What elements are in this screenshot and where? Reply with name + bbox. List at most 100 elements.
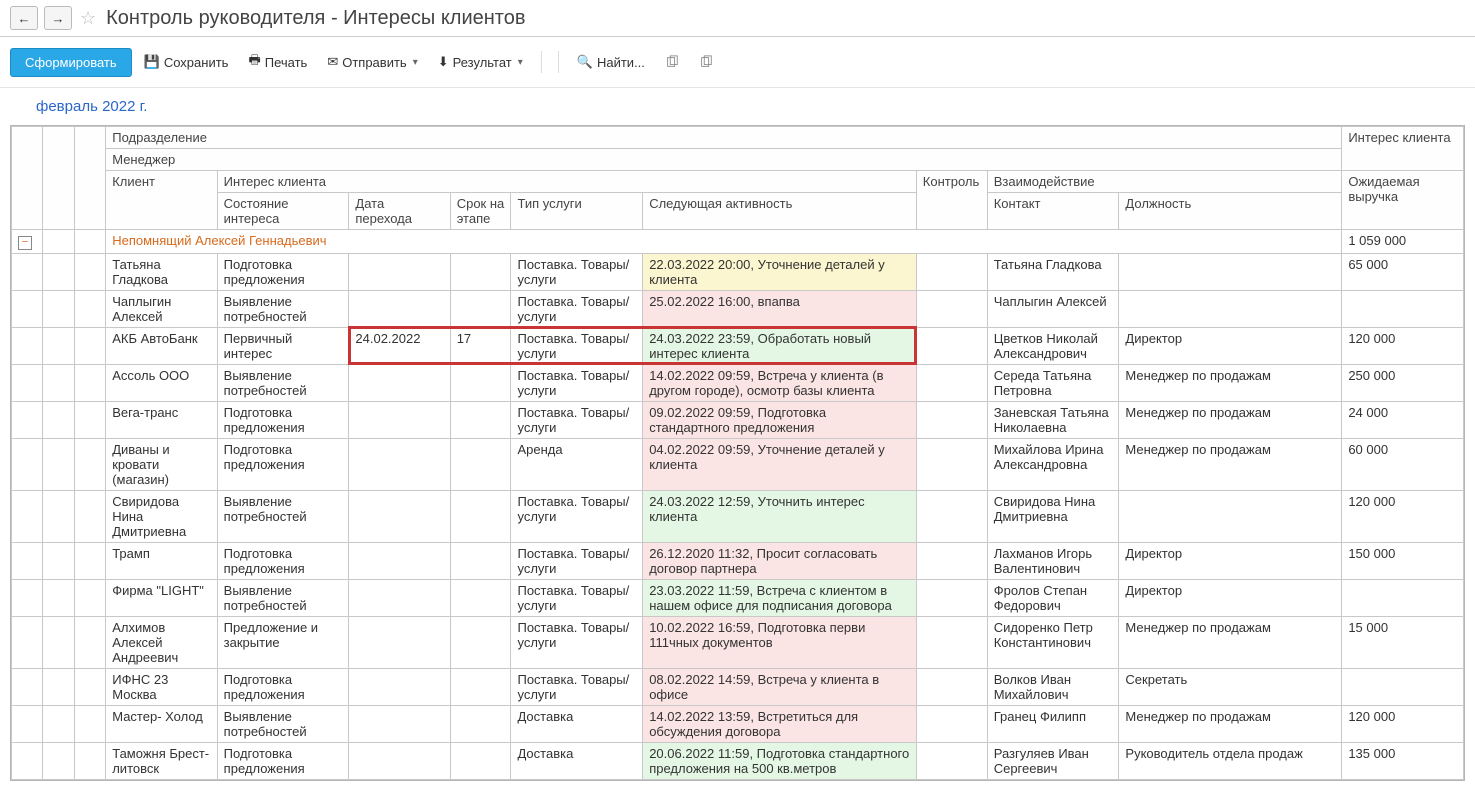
cell-state: Подготовка предложения: [217, 253, 349, 290]
cell-service-type: Поставка. Товары/услуги: [511, 401, 643, 438]
cell-service-type: Поставка. Товары/услуги: [511, 364, 643, 401]
cell-state: Выявление потребностей: [217, 705, 349, 742]
cell-position: Менеджер по продажам: [1119, 364, 1342, 401]
generate-button[interactable]: Сформировать: [10, 48, 132, 77]
cell-client: Свиридова Нина Дмитриевна: [106, 490, 217, 542]
cell-client: Диваны и кровати (магазин): [106, 438, 217, 490]
table-row[interactable]: Мастер- ХолодВыявление потребностейДоста…: [12, 705, 1464, 742]
save-label: Сохранить: [164, 55, 229, 70]
cell-contact: Свиридова Нина Дмитриевна: [987, 490, 1119, 542]
table-row[interactable]: Фирма "LIGHT"Выявление потребностейПоста…: [12, 579, 1464, 616]
cell-state: Выявление потребностей: [217, 490, 349, 542]
nav-forward-button[interactable]: →: [44, 6, 72, 30]
cell-contact: Гранец Филипп: [987, 705, 1119, 742]
cell-revenue: [1342, 668, 1464, 705]
cell-state: Подготовка предложения: [217, 668, 349, 705]
header-interaction-group: Взаимодействие: [987, 171, 1342, 193]
cell-client: Татьяна Гладкова: [106, 253, 217, 290]
table-row[interactable]: Чаплыгин АлексейВыявление потребностейПо…: [12, 290, 1464, 327]
header-expected-revenue: Ожидаемая выручка: [1342, 171, 1464, 230]
cell-contact: Фролов Степан Федорович: [987, 579, 1119, 616]
cell-service-type: Доставка: [511, 705, 643, 742]
cell-term: [450, 616, 511, 668]
table-row[interactable]: Вега-трансПодготовка предложенияПоставка…: [12, 401, 1464, 438]
cell-control: [916, 438, 987, 490]
cell-date: 24.02.2022: [349, 327, 450, 364]
save-button[interactable]: 💾 Сохранить: [136, 48, 237, 76]
table-row[interactable]: Алхимов Алексей АндреевичПредложение и з…: [12, 616, 1464, 668]
table-row[interactable]: Татьяна ГладковаПодготовка предложенияПо…: [12, 253, 1464, 290]
table-row[interactable]: Ассоль ОООВыявление потребностейПоставка…: [12, 364, 1464, 401]
cell-activity: 04.02.2022 09:59, Уточнение деталей у кл…: [643, 438, 917, 490]
cell-date: [349, 401, 450, 438]
cell-date: [349, 705, 450, 742]
cell-state: Подготовка предложения: [217, 542, 349, 579]
cell-revenue: [1342, 290, 1464, 327]
cell-state: Предложение и закрытие: [217, 616, 349, 668]
result-button[interactable]: ⬇ Результат: [430, 48, 531, 76]
table-row[interactable]: Диваны и кровати (магазин)Подготовка пре…: [12, 438, 1464, 490]
cell-position: Менеджер по продажам: [1119, 401, 1342, 438]
print-label: Печать: [265, 55, 308, 70]
cell-position: Менеджер по продажам: [1119, 438, 1342, 490]
cell-revenue: 250 000: [1342, 364, 1464, 401]
cell-activity: 10.02.2022 16:59, Подготовка перви 111чн…: [643, 616, 917, 668]
cell-term: 17: [450, 327, 511, 364]
cell-control: [916, 364, 987, 401]
table-row[interactable]: Свиридова Нина ДмитриевнаВыявление потре…: [12, 490, 1464, 542]
send-label: Отправить: [342, 55, 406, 70]
cell-state: Подготовка предложения: [217, 438, 349, 490]
cell-service-type: Поставка. Товары/услуги: [511, 668, 643, 705]
page-title: Контроль руководителя - Интересы клиенто…: [106, 7, 525, 30]
copy-button-1[interactable]: [657, 49, 687, 75]
table-row[interactable]: ИФНС 23 МоскваПодготовка предложенияПост…: [12, 668, 1464, 705]
table-row[interactable]: АКБ АвтоБанкПервичный интерес24.02.20221…: [12, 327, 1464, 364]
cell-control: [916, 542, 987, 579]
cell-client: Чаплыгин Алексей: [106, 290, 217, 327]
header-manager: Менеджер: [106, 149, 1342, 171]
arrow-left-icon: ←: [18, 11, 31, 26]
cell-position: [1119, 490, 1342, 542]
save-icon: 💾: [144, 54, 160, 70]
manager-group-row[interactable]: − Непомнящий Алексей Геннадьевич 1 059 0…: [12, 230, 1464, 254]
send-button[interactable]: ✉ Отправить: [319, 48, 425, 76]
table-row[interactable]: Таможня Брест-литовскПодготовка предложе…: [12, 742, 1464, 779]
cell-term: [450, 742, 511, 779]
favorite-star-icon[interactable]: ☆: [80, 8, 96, 29]
mail-icon: ✉: [327, 54, 338, 70]
report-table: Подразделение Интерес клиента Менеджер К…: [11, 126, 1464, 780]
nav-back-button[interactable]: ←: [10, 6, 38, 30]
cell-revenue: 120 000: [1342, 327, 1464, 364]
print-button[interactable]: 🖶 Печать: [240, 45, 315, 79]
download-icon: ⬇: [438, 54, 449, 70]
header-interest-client: Интерес клиента: [1342, 127, 1464, 171]
cell-activity: 23.03.2022 11:59, Встреча с клиентом в н…: [643, 579, 917, 616]
header-date: Дата перехода: [349, 193, 450, 230]
cell-contact: Лахманов Игорь Валентинович: [987, 542, 1119, 579]
cell-service-type: Доставка: [511, 742, 643, 779]
cell-client: Алхимов Алексей Андреевич: [106, 616, 217, 668]
period-label[interactable]: февраль 2022 г.: [0, 88, 1475, 125]
collapse-toggle[interactable]: −: [18, 236, 32, 250]
cell-control: [916, 490, 987, 542]
cell-date: [349, 616, 450, 668]
cell-revenue: 60 000: [1342, 438, 1464, 490]
cell-date: [349, 579, 450, 616]
cell-service-type: Поставка. Товары/услуги: [511, 616, 643, 668]
copy-button-2[interactable]: [691, 49, 721, 75]
cell-control: [916, 742, 987, 779]
cell-contact: Татьяна Гладкова: [987, 253, 1119, 290]
header-department: Подразделение: [106, 127, 1342, 149]
header-service-type: Тип услуги: [511, 193, 643, 230]
separator: [541, 51, 542, 73]
header-next-activity: Следующая активность: [643, 193, 917, 230]
find-button[interactable]: 🔍 Найти...: [569, 48, 653, 76]
cell-activity: 22.03.2022 20:00, Уточнение деталей у кл…: [643, 253, 917, 290]
cell-state: Выявление потребностей: [217, 364, 349, 401]
cell-position: Директор: [1119, 542, 1342, 579]
cell-term: [450, 290, 511, 327]
cell-activity: 14.02.2022 09:59, Встреча у клиента (в д…: [643, 364, 917, 401]
manager-total-revenue: 1 059 000: [1342, 230, 1464, 254]
header-client: Клиент: [106, 171, 217, 230]
table-row[interactable]: ТрампПодготовка предложенияПоставка. Тов…: [12, 542, 1464, 579]
